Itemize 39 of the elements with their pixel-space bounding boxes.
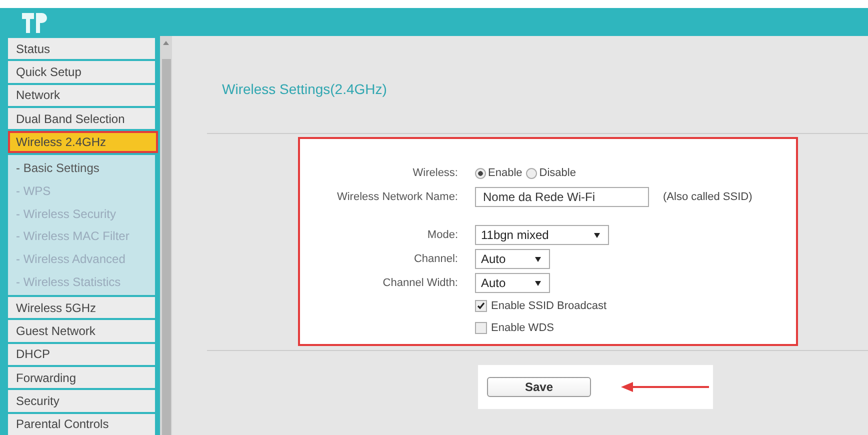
caret-icon [594, 232, 600, 238]
sidebar-item[interactable]: DHCP [8, 344, 155, 365]
sidebar-item[interactable]: Dual Band Selection [8, 108, 155, 130]
sidebar-item[interactable]: Status [8, 38, 155, 60]
save-button[interactable]: Save [487, 377, 591, 397]
field-label: Wireless: [412, 166, 458, 181]
field-label: Wireless Network Name: [336, 190, 458, 205]
caret-icon [535, 256, 541, 262]
radio-button[interactable] [475, 168, 486, 178]
field-label: Channel Width: [382, 276, 458, 291]
caret-icon [535, 280, 541, 286]
sidebar-item[interactable]: Wireless 5GHz [8, 296, 155, 318]
sidebar-item[interactable]: Guest Network [8, 320, 155, 342]
checkbox[interactable] [475, 300, 487, 312]
field-hint: (Also called SSID) [663, 191, 752, 203]
sidebar-item[interactable]: Quick Setup [8, 61, 155, 83]
checkbox-label: Enable WDS [491, 322, 554, 334]
scrollbar[interactable] [160, 36, 172, 435]
checkbox[interactable] [475, 322, 487, 334]
sidebar-item[interactable]: Wireless 2.4GHz [8, 131, 158, 153]
dropdown[interactable]: Auto [475, 249, 550, 269]
radio-button[interactable] [526, 168, 538, 178]
logo-icon [20, 11, 50, 33]
arrow-icon [621, 382, 709, 392]
page-title: Wireless Settings(2.4GHz) [222, 81, 388, 99]
dropdown[interactable]: Auto [475, 273, 550, 293]
scroll-up-icon[interactable] [163, 41, 169, 45]
sidebar-item[interactable]: Parental Controls [8, 414, 155, 435]
sidebar-item[interactable]: Forwarding [8, 367, 155, 388]
radio-label: Disable [539, 167, 576, 179]
sidebar-item[interactable]: Security [8, 390, 155, 412]
field-label: Mode: [426, 228, 458, 243]
ssid-field[interactable]: Nome da Rede Wi-Fi [475, 187, 649, 207]
radio-label: Enable [488, 167, 522, 179]
field-label: Channel: [412, 252, 458, 267]
dropdown[interactable]: 11bgn mixed [475, 225, 609, 245]
checkbox-label: Enable SSID Broadcast [491, 300, 607, 312]
sidebar-item[interactable]: Network [8, 84, 155, 106]
submenu-item[interactable]: - Basic Settings [8, 156, 155, 180]
